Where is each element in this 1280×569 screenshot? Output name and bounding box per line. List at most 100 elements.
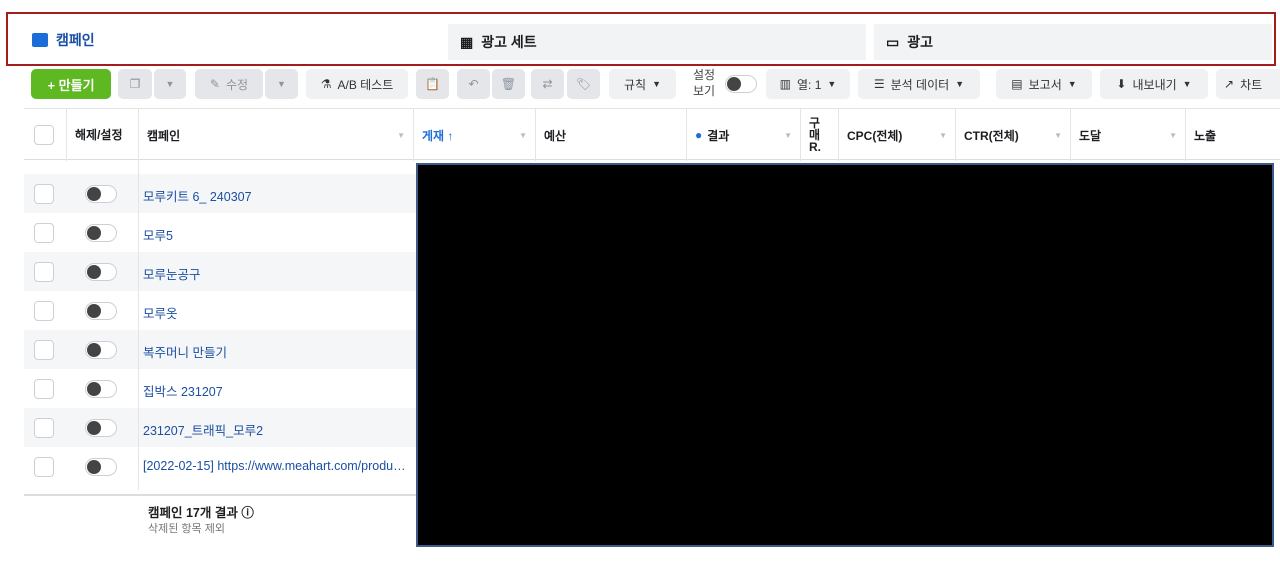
copy-icon: ❐ [129, 77, 141, 91]
column-impressions[interactable]: 노출 [1185, 109, 1280, 161]
edit-button[interactable]: ✎ 수정 [195, 69, 263, 99]
campaign-name-link[interactable]: [2022-02-15] https://www.meahart.com/pro… [143, 459, 411, 473]
column-cpc[interactable]: CPC(전체) ▼ [838, 109, 955, 161]
caret-down-icon: ▼ [165, 79, 175, 89]
window-icon: ▭ [886, 33, 900, 50]
campaign-name-link[interactable]: 모루눈공구 [143, 264, 411, 283]
column-purchase-roas[interactable]: 구매 R. [800, 109, 838, 161]
redacted-area [416, 163, 1274, 547]
breakdown-button[interactable]: ☰ 분석 데이터 ▼ [858, 69, 980, 99]
row-checkbox[interactable] [34, 223, 54, 243]
chart-icon: ↗ [1224, 77, 1235, 91]
campaign-name-link[interactable]: 모루5 [143, 225, 411, 244]
row-checkbox[interactable] [34, 184, 54, 204]
caret-down-icon: ▼ [277, 79, 286, 89]
table-row: 모루눈공구 [24, 252, 416, 291]
row-checkbox[interactable] [34, 340, 54, 360]
flask-icon: ⚗ [320, 77, 332, 91]
campaign-toggle[interactable] [85, 341, 117, 359]
trash-icon: 🗑 [500, 77, 517, 91]
undo-button[interactable]: ↶ [457, 69, 490, 99]
columns-button[interactable]: ▥ 열: 1 ▼ [766, 69, 850, 99]
clipboard-icon: 📋 [425, 77, 440, 91]
duplicate-button[interactable]: ❐ [118, 69, 152, 99]
column-results[interactable]: ● 결과 ▼ [686, 109, 800, 161]
campaign-toggle[interactable] [85, 302, 117, 320]
ab-test-button[interactable]: ⚗ A/B 테스트 [306, 69, 408, 99]
grid-icon: ▦ [460, 33, 474, 50]
tab-ad-sets[interactable]: ▦ 광고 세트 [448, 24, 866, 60]
campaign-name-link[interactable]: 모루옷 [143, 303, 411, 322]
table-row: 모루5 [24, 213, 416, 252]
campaign-toggle[interactable] [85, 263, 117, 281]
columns-icon: ▥ [779, 77, 792, 91]
column-reach[interactable]: 도달 ▼ [1070, 109, 1185, 161]
caret-down-icon: ▼ [955, 79, 965, 89]
campaign-name-link[interactable]: 복주머니 만들기 [143, 342, 411, 361]
caret-down-icon: ▼ [827, 79, 837, 89]
undo-icon: ↶ [468, 77, 479, 91]
duplicate-dropdown[interactable]: ▼ [154, 69, 186, 99]
campaign-toggle[interactable] [85, 458, 117, 476]
column-budget[interactable]: 예산 [535, 109, 686, 161]
export-button[interactable]: ⬇ 내보내기 ▼ [1100, 69, 1208, 99]
table-row: [2022-02-15] https://www.meahart.com/pro… [24, 447, 416, 486]
results-note: 삭제된 항목 제외 [148, 523, 225, 535]
sort-icon: ▼ [1054, 130, 1062, 140]
folder-icon [32, 33, 48, 47]
column-delivery[interactable]: 게재 ↑ ▼ [413, 109, 535, 161]
download-icon: ⬇ [1116, 77, 1127, 91]
caret-down-icon: ▼ [1067, 79, 1077, 89]
view-settings-label: 설정 보기 [692, 68, 716, 98]
sort-icon: ▼ [939, 130, 947, 140]
tag-icon: 🏷 [575, 77, 592, 91]
preview-icon: ⇄ [542, 77, 553, 91]
info-icon: ● [695, 128, 703, 142]
info-icon: ⓘ [241, 506, 254, 520]
campaign-name-link[interactable]: 231207_트래픽_모루2 [143, 420, 411, 439]
campaign-toggle[interactable] [85, 185, 117, 203]
campaign-toggle[interactable] [85, 380, 117, 398]
clipboard-button[interactable]: 📋 [416, 69, 449, 99]
sort-icon: ▼ [784, 130, 792, 140]
campaign-name-link[interactable]: 집박스 231207 [143, 381, 411, 400]
sort-icon: ▼ [1169, 130, 1177, 140]
results-summary: 캠페인 17개 결과 ⓘ [148, 506, 254, 520]
row-checkbox[interactable] [34, 301, 54, 321]
row-checkbox[interactable] [34, 418, 54, 438]
divider [138, 160, 139, 490]
table-header: 해제/설정 캠페인 ▼ 게재 ↑ ▼ 예산 ● 결과 ▼ 구매 R. CPC(전체) ▼ … [24, 108, 1280, 161]
charts-button[interactable]: ↗ 차트 [1216, 69, 1280, 99]
campaign-toggle[interactable] [85, 224, 117, 242]
row-checkbox[interactable] [34, 262, 54, 282]
edit-dropdown[interactable]: ▼ [265, 69, 298, 99]
view-settings-toggle[interactable] [725, 75, 757, 93]
column-ctr[interactable]: CTR(전체) ▼ [955, 109, 1070, 161]
pencil-icon: ✎ [209, 77, 220, 91]
tab-ads[interactable]: ▭ 광고 [874, 24, 1272, 60]
footer-divider [24, 494, 416, 496]
report-icon: ▤ [1011, 77, 1023, 91]
select-all-checkbox[interactable] [34, 125, 54, 145]
sort-icon: ▼ [519, 130, 527, 140]
preview-button[interactable]: ⇄ [531, 69, 564, 99]
level-tabs: 캠페인 ▦ 광고 세트 ▭ 광고 [6, 12, 1276, 66]
rules-button[interactable]: 규칙 ▼ [609, 69, 676, 99]
tag-button[interactable]: 🏷 [567, 69, 600, 99]
create-button[interactable]: + 만들기 [31, 69, 111, 99]
tab-campaigns[interactable]: 캠페인 [20, 22, 444, 58]
delete-button[interactable]: 🗑 [492, 69, 525, 99]
sort-icon: ▼ [397, 130, 405, 140]
row-checkbox[interactable] [34, 457, 54, 477]
caret-down-icon: ▼ [1182, 79, 1192, 89]
column-campaign[interactable]: 캠페인 ▼ [138, 109, 413, 161]
caret-down-icon: ▼ [652, 79, 661, 89]
campaign-toggle[interactable] [85, 419, 117, 437]
breakdown-icon: ☰ [873, 77, 885, 91]
reports-button[interactable]: ▤ 보고서 ▼ [996, 69, 1092, 99]
row-checkbox[interactable] [34, 379, 54, 399]
table-row: 모루키트 6_ 240307 [24, 174, 416, 213]
column-toggle[interactable]: 해제/설정 [66, 109, 138, 161]
table-row: 복주머니 만들기 [24, 330, 416, 369]
campaign-name-link[interactable]: 모루키트 6_ 240307 [143, 186, 411, 205]
